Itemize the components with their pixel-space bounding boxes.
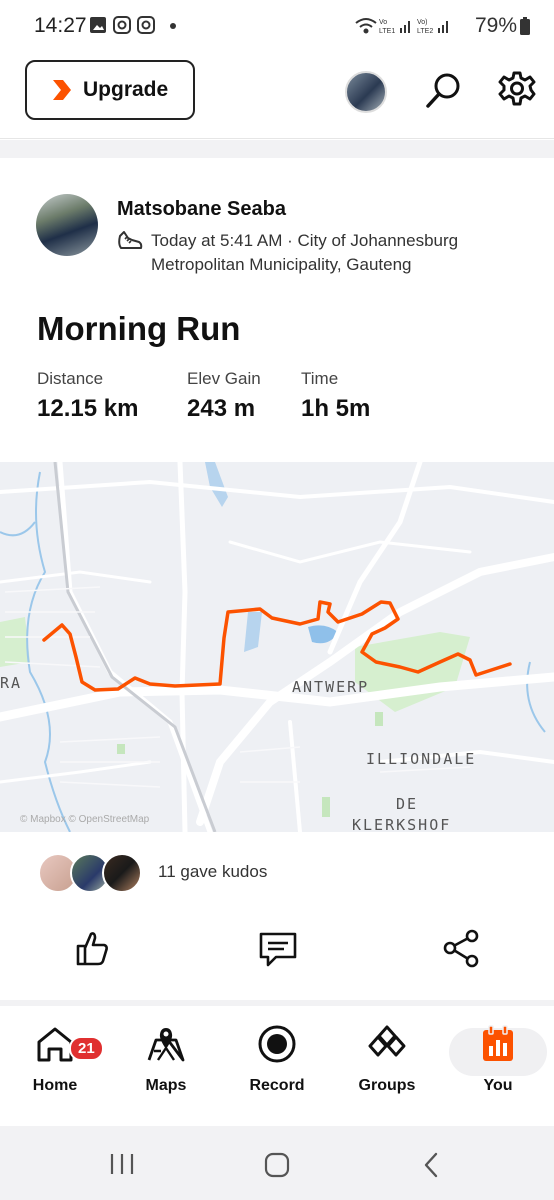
stat-value: 243 m — [187, 395, 256, 422]
map-canvas — [0, 462, 554, 832]
nav-record[interactable]: Record — [227, 1024, 327, 1095]
stat-label: Time — [301, 369, 339, 388]
map-label-de: DE — [396, 795, 419, 813]
stat-label: Distance — [37, 369, 104, 388]
home-circle-icon[interactable] — [263, 1152, 291, 1178]
maps-icon — [147, 1028, 185, 1062]
recents-icon[interactable] — [108, 1152, 136, 1176]
stat-value: 12.15 km — [37, 395, 139, 422]
activity-title[interactable]: Morning Run — [37, 310, 240, 348]
svg-text:Vo): Vo) — [417, 19, 428, 26]
shoe-icon — [118, 231, 143, 249]
stat-label: Elev Gain — [187, 369, 261, 388]
record-icon — [258, 1025, 296, 1063]
nav-maps[interactable]: Maps — [116, 1024, 216, 1095]
comment-icon[interactable] — [258, 928, 298, 968]
route-map[interactable]: ANTWERP ILLIONDALE DE KLERKSHOF RA © Map… — [0, 462, 554, 832]
dot-icon — [170, 23, 176, 29]
strava-chevron-icon — [53, 80, 71, 100]
svg-text:LTE1: LTE1 — [379, 28, 395, 35]
status-time: 14:27 — [34, 14, 87, 37]
nav-home[interactable]: 21 Home — [5, 1024, 105, 1095]
map-label-antwerp: ANTWERP — [292, 678, 370, 696]
svg-text:LTE2: LTE2 — [417, 28, 433, 35]
map-label-ra: RA — [0, 674, 23, 692]
nav-label: Maps — [145, 1077, 187, 1094]
nav-label: Home — [32, 1077, 78, 1094]
nav-label: You — [483, 1077, 513, 1094]
you-icon — [483, 1025, 513, 1061]
stat-time: Time 1h 5m — [301, 369, 370, 423]
activity-date-location: Today at 5:41 AM · City of Johannesburg — [151, 231, 459, 250]
connectivity-icons: Vo LTE1 Vo) LTE2 — [354, 15, 454, 42]
kudos-count[interactable]: 11 gave kudos — [158, 862, 267, 882]
signal-lte1-icon: Vo LTE1 — [379, 19, 410, 35]
activity-location-2: Metropolitan Municipality, Gauteng — [151, 255, 412, 274]
profile-avatar[interactable] — [345, 71, 387, 113]
kudos-avatar[interactable] — [102, 853, 142, 893]
stat-value: 1h 5m — [301, 395, 371, 422]
kudos-thumbs-up-icon[interactable] — [74, 928, 110, 968]
svg-text:Vo: Vo — [379, 19, 387, 26]
notification-badge: 21 — [69, 1036, 104, 1061]
header-divider — [0, 138, 554, 139]
map-label-illiondale: ILLIONDALE — [366, 750, 477, 768]
map-label-klerkshof: KLERKSHOF — [352, 816, 452, 832]
athlete-name[interactable]: Matsobane Seaba — [117, 198, 286, 221]
bottom-nav: 21 Home Maps Record Groups You — [0, 1006, 554, 1126]
stat-distance: Distance 12.15 km — [37, 369, 138, 423]
nav-groups[interactable]: Groups — [337, 1024, 437, 1095]
instagram-icon — [137, 16, 155, 34]
status-bar: 14:27 Vo LTE1 Vo) LTE2 79% — [0, 0, 554, 52]
nav-label: Groups — [358, 1077, 416, 1094]
signal-lte2-icon: Vo) LTE2 — [417, 19, 448, 35]
nav-you[interactable]: You — [448, 1024, 548, 1095]
notification-icons — [90, 16, 185, 41]
search-icon[interactable] — [424, 70, 464, 110]
battery-icon — [520, 17, 530, 35]
groups-icon — [368, 1025, 406, 1057]
battery-percent: 79% — [474, 14, 517, 37]
nav-label: Record — [249, 1077, 305, 1094]
map-attribution: © Mapbox © OpenStreetMap — [20, 814, 150, 825]
wifi-icon — [355, 18, 377, 34]
athlete-avatar[interactable] — [36, 194, 98, 256]
system-nav-bar — [0, 1126, 554, 1200]
instagram-icon — [113, 16, 131, 34]
share-icon[interactable] — [442, 928, 482, 968]
gear-icon[interactable] — [497, 70, 537, 110]
stat-elevation: Elev Gain 243 m — [187, 369, 261, 423]
feed-separator — [0, 140, 554, 158]
back-icon[interactable] — [420, 1151, 444, 1179]
gallery-icon — [90, 17, 106, 33]
upgrade-label: Upgrade — [83, 78, 169, 101]
activity-meta: Today at 5:41 AM · City of Johannesburg … — [151, 229, 511, 277]
upgrade-button[interactable]: Upgrade — [25, 60, 195, 120]
